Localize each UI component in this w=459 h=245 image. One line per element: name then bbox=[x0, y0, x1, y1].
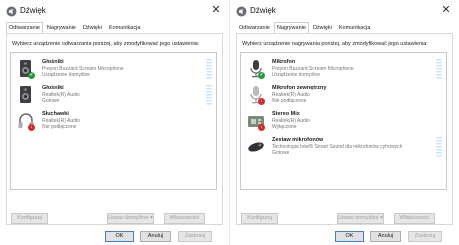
device-subtitle: Realtek(R) Audio bbox=[272, 91, 310, 98]
list-item-device[interactable]: ✓ Głośniki Preyon Buzzard Scream Microph… bbox=[11, 57, 216, 81]
properties-button[interactable]: Właściwości bbox=[394, 213, 435, 224]
device-subtitle: Preyon Buzzard Scream Microphone bbox=[42, 65, 124, 72]
sound-dialog-playback: Dźwięk ✕ Odtwarzanie Nagrywanie Dźwięki … bbox=[0, 0, 229, 245]
window-title: Dźwięk bbox=[250, 6, 276, 15]
sound-dialog-recording: Dźwięk ✕ Odtwarzanie Nagrywanie Dźwięki … bbox=[230, 0, 459, 245]
level-meter bbox=[436, 137, 442, 157]
list-item-device[interactable]: ↓ Słuchawki Realtek(R) Audio Nie podłącz… bbox=[11, 109, 216, 133]
device-name: Głośniki bbox=[42, 85, 64, 91]
cancel-button[interactable]: Anuluj bbox=[370, 231, 401, 242]
device-status: Urządzenie domyślne bbox=[272, 72, 321, 78]
microphone-array-icon bbox=[248, 142, 264, 152]
list-item-device[interactable]: ↓ Mikrofon zewnętrzny Realtek(R) Audio N… bbox=[241, 83, 446, 107]
configure-button[interactable]: Konfiguruj bbox=[11, 213, 48, 224]
sound-app-icon bbox=[236, 6, 247, 17]
list-item-device[interactable]: ✓ Mikrofon Preyon Buzzard Scream Microph… bbox=[241, 57, 446, 81]
device-status: Urządzenie domyślne bbox=[42, 72, 91, 78]
close-button[interactable]: ✕ bbox=[439, 3, 453, 17]
close-button[interactable]: ✕ bbox=[209, 3, 223, 17]
device-status: Wyłączone bbox=[272, 124, 297, 130]
tab-panel: Wybierz urządzenie nagrywania poniżej, a… bbox=[236, 33, 453, 225]
device-subtitle: Preyon Buzzard Scream Microphone bbox=[272, 65, 354, 72]
default-check-icon: ✓ bbox=[28, 72, 35, 79]
disconnected-arrow-icon: ↓ bbox=[28, 124, 35, 131]
device-status: Nie podłączone bbox=[42, 124, 77, 130]
device-subtitle: Technologia Intel® Smart Sound dla mikro… bbox=[272, 143, 403, 150]
apply-button[interactable]: Zastosuj bbox=[178, 231, 212, 242]
properties-button[interactable]: Właściwości bbox=[164, 213, 205, 224]
device-list[interactable]: ✓ Mikrofon Preyon Buzzard Scream Microph… bbox=[240, 52, 447, 190]
list-item-device[interactable]: ↓ Stereo Mix Realtek(R) Audio Wyłączone bbox=[241, 109, 446, 133]
device-subtitle: Realtek(R) Audio bbox=[42, 91, 80, 98]
device-name: Stereo Mix bbox=[272, 111, 300, 117]
device-list[interactable]: ✓ Głośniki Preyon Buzzard Scream Microph… bbox=[10, 52, 217, 190]
device-name: Zestaw mikrofonów bbox=[272, 137, 324, 143]
speaker-icon bbox=[20, 86, 31, 103]
device-status: Nie podłączone bbox=[272, 98, 307, 104]
set-default-button[interactable]: Ustaw domyślne ▾ bbox=[337, 213, 384, 224]
default-check-icon: ✓ bbox=[258, 72, 265, 79]
device-name: Mikrofon bbox=[272, 59, 296, 65]
device-name: Mikrofon zewnętrzny bbox=[272, 85, 327, 91]
level-meter bbox=[206, 85, 212, 105]
disabled-arrow-icon: ↓ bbox=[258, 124, 265, 131]
ok-button[interactable]: OK bbox=[105, 231, 134, 242]
sound-app-icon bbox=[6, 6, 17, 17]
cancel-button[interactable]: Anuluj bbox=[140, 231, 171, 242]
set-default-button[interactable]: Ustaw domyślne ▾ bbox=[107, 213, 154, 224]
title-bar: Dźwięk ✕ bbox=[230, 0, 459, 22]
instruction-text: Wybierz urządzenie odtwarzania poniżej, … bbox=[12, 41, 200, 47]
disconnected-arrow-icon: ↓ bbox=[258, 98, 265, 105]
tab-panel: Wybierz urządzenie odtwarzania poniżej, … bbox=[6, 33, 223, 225]
device-subtitle: Realtek(R) Audio bbox=[272, 117, 310, 124]
list-item-device[interactable]: Głośniki Realtek(R) Audio Gotowe bbox=[11, 83, 216, 107]
window-title: Dźwięk bbox=[20, 6, 46, 15]
configure-button[interactable]: Konfiguruj bbox=[241, 213, 278, 224]
device-name: Słuchawki bbox=[42, 111, 69, 117]
level-meter bbox=[206, 59, 212, 79]
level-meter bbox=[436, 59, 442, 79]
instruction-text: Wybierz urządzenie nagrywania poniżej, a… bbox=[242, 41, 428, 47]
device-name: Głośniki bbox=[42, 59, 64, 65]
list-item-device[interactable]: Zestaw mikrofonów Technologia Intel® Sma… bbox=[241, 135, 446, 159]
apply-button[interactable]: Zastosuj bbox=[408, 231, 442, 242]
ok-button[interactable]: OK bbox=[335, 231, 364, 242]
device-status: Gotowe bbox=[42, 98, 60, 104]
device-status: Gotowe bbox=[272, 150, 290, 156]
device-subtitle: Realtek(R) Audio bbox=[42, 117, 80, 124]
title-bar: Dźwięk ✕ bbox=[0, 0, 229, 22]
